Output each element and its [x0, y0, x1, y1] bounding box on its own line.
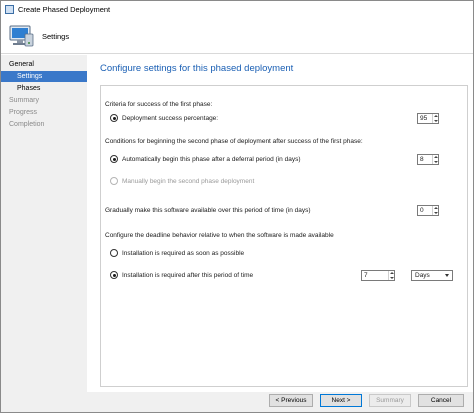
next-button[interactable]: Next >: [320, 394, 362, 407]
period-unit-select[interactable]: Days: [411, 270, 453, 281]
deferral-days-stepper[interactable]: 8: [417, 154, 439, 165]
window-title: Create Phased Deployment: [18, 5, 111, 14]
conditions-label: Conditions for beginning the second phas…: [105, 138, 363, 145]
stepper-arrows-icon[interactable]: [432, 114, 438, 123]
period-value-stepper[interactable]: 7: [361, 270, 395, 281]
cancel-button[interactable]: Cancel: [418, 394, 464, 407]
wizard-nav: General Settings Phases Summary Progress…: [1, 55, 87, 392]
success-percentage-stepper[interactable]: 95: [417, 113, 439, 124]
nav-item-completion: Completion: [9, 121, 45, 128]
nav-item-general[interactable]: General: [1, 59, 87, 70]
gradual-days-stepper[interactable]: 0: [417, 205, 439, 216]
summary-button: Summary: [369, 394, 411, 407]
page-heading: Configure settings for this phased deplo…: [100, 63, 294, 74]
settings-page: Configure settings for this phased deplo…: [91, 55, 473, 392]
period-unit-value: Days: [415, 272, 430, 279]
after-period-label: Installation is required after this peri…: [122, 272, 254, 279]
gradual-label: Gradually make this software available o…: [105, 207, 311, 214]
stepper-arrows-icon[interactable]: [432, 206, 438, 215]
wizard-window: Create Phased Deployment Settings Genera…: [0, 0, 474, 413]
wizard-footer: < Previous Next > Summary Cancel: [1, 392, 473, 412]
manual-begin-radio: [110, 177, 118, 185]
success-percentage-value: 95: [420, 115, 428, 122]
deferral-days-value: 8: [420, 156, 424, 163]
chevron-down-icon: [445, 274, 449, 277]
stepper-arrows-icon[interactable]: [388, 271, 394, 280]
title-bar: Create Phased Deployment: [1, 1, 473, 19]
nav-item-summary: Summary: [9, 97, 39, 104]
nav-item-progress: Progress: [9, 109, 38, 116]
success-percentage-label: Deployment success percentage:: [122, 115, 219, 122]
manual-begin-label: Manually begin the second phase deployme…: [122, 178, 255, 185]
success-percentage-radio[interactable]: [110, 114, 118, 122]
asap-radio[interactable]: [110, 249, 118, 257]
settings-frame: Criteria for success of the first phase:…: [100, 85, 468, 387]
nav-item-phases[interactable]: Phases: [1, 83, 87, 94]
header-label: Settings: [42, 32, 70, 41]
app-icon: [5, 5, 14, 14]
stepper-arrows-icon[interactable]: [432, 155, 438, 164]
deadline-label: Configure the deadline behavior relative…: [105, 232, 334, 239]
period-value: 7: [364, 272, 368, 279]
asap-label: Installation is required as soon as poss…: [122, 250, 245, 257]
auto-begin-label: Automatically begin this phase after a d…: [122, 156, 301, 163]
wizard-header: Settings: [1, 19, 473, 54]
computer-setup-icon: [9, 25, 34, 47]
criteria-label: Criteria for success of the first phase:: [105, 101, 213, 108]
after-period-radio[interactable]: [110, 271, 118, 279]
previous-button[interactable]: < Previous: [269, 394, 313, 407]
nav-item-settings[interactable]: Settings: [1, 71, 87, 82]
gradual-days-value: 0: [420, 207, 424, 214]
auto-begin-radio[interactable]: [110, 155, 118, 163]
